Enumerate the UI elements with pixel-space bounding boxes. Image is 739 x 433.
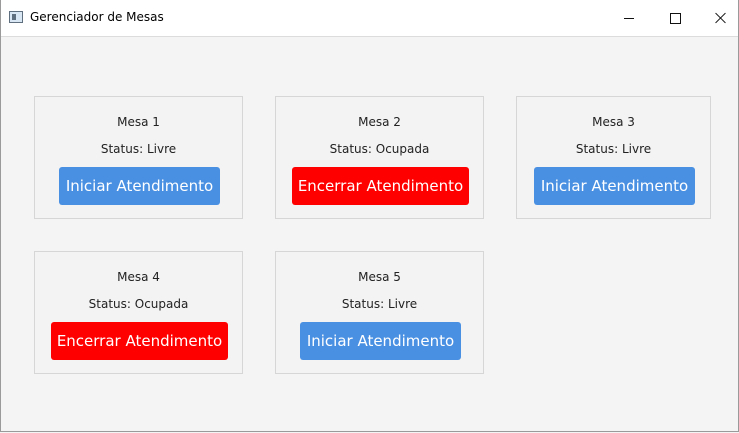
- table-name: Mesa 2: [358, 115, 401, 129]
- table-status: Status: Ocupada: [88, 297, 189, 311]
- end-service-button[interactable]: Encerrar Atendimento: [51, 322, 228, 360]
- title-bar: Gerenciador de Mesas: [1, 0, 738, 37]
- maximize-icon: [669, 12, 681, 24]
- end-service-button[interactable]: Encerrar Atendimento: [292, 167, 469, 205]
- maximize-button[interactable]: [652, 0, 698, 36]
- table-card-mesa-2: Mesa 2 Status: Ocupada Encerrar Atendime…: [275, 96, 484, 219]
- app-window: Gerenciador de Mesas Mesa 1 Status: Livr…: [0, 0, 739, 432]
- close-icon: [715, 12, 727, 24]
- table-card-mesa-1: Mesa 1 Status: Livre Iniciar Atendimento: [34, 96, 243, 219]
- minimize-icon: [624, 17, 634, 19]
- table-name: Mesa 5: [358, 270, 401, 284]
- table-card-mesa-5: Mesa 5 Status: Livre Iniciar Atendimento: [275, 251, 484, 374]
- table-name: Mesa 3: [592, 115, 635, 129]
- table-status: Status: Livre: [575, 142, 652, 156]
- table-name: Mesa 1: [117, 115, 160, 129]
- table-name: Mesa 4: [117, 270, 160, 284]
- table-card-mesa-3: Mesa 3 Status: Livre Iniciar Atendimento: [516, 96, 711, 219]
- app-icon: [9, 11, 23, 23]
- minimize-button[interactable]: [606, 0, 652, 36]
- table-card-mesa-4: Mesa 4 Status: Ocupada Encerrar Atendime…: [34, 251, 243, 374]
- window-title: Gerenciador de Mesas: [30, 10, 164, 24]
- start-service-button[interactable]: Iniciar Atendimento: [300, 322, 461, 360]
- start-service-button[interactable]: Iniciar Atendimento: [59, 167, 220, 205]
- start-service-button[interactable]: Iniciar Atendimento: [534, 167, 695, 205]
- table-status: Status: Ocupada: [329, 142, 430, 156]
- close-button[interactable]: [698, 0, 739, 36]
- table-status: Status: Livre: [341, 297, 418, 311]
- table-status: Status: Livre: [100, 142, 177, 156]
